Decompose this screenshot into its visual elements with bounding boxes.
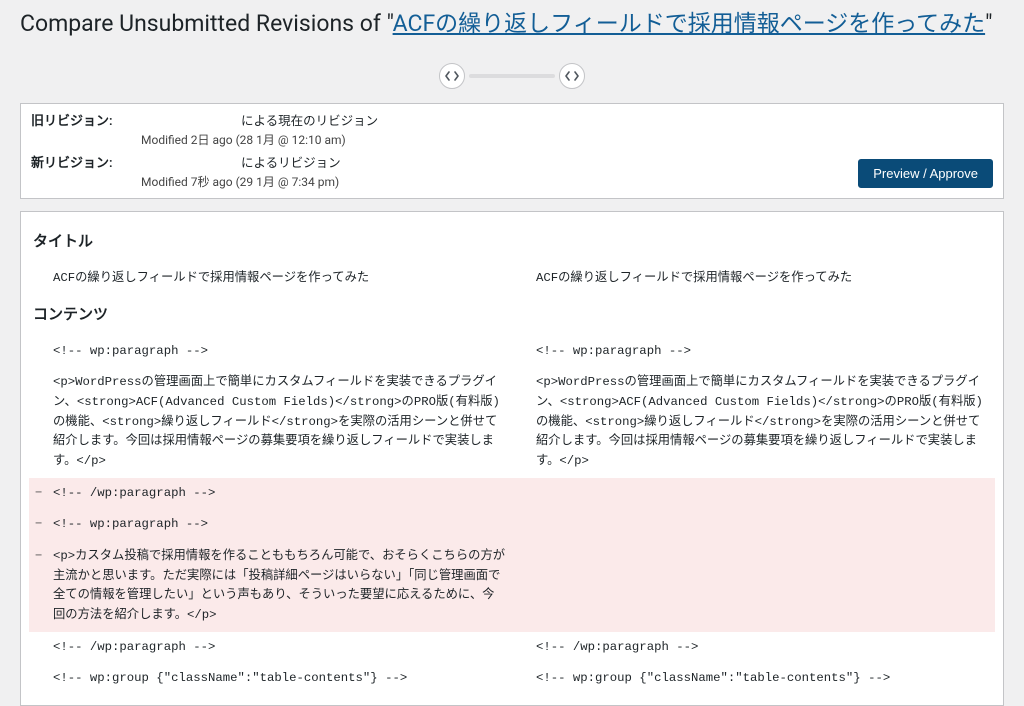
diff-new-cell: <!-- /wp:paragraph --> xyxy=(530,632,995,664)
diff-old-cell: ACFの繰り返しフィールドで採用情報ページを作ってみた xyxy=(47,263,512,295)
title-diff-table: ACFの繰り返しフィールドで採用情報ページを作ってみた ACFの繰り返しフィール… xyxy=(29,263,995,295)
diff-marker: − xyxy=(29,478,47,510)
diff-marker xyxy=(512,663,530,695)
diff-new-cell xyxy=(530,478,995,510)
old-revision-modified: Modified 2日 ago (28 1月 @ 12:10 am) xyxy=(141,131,378,148)
table-row: −<!-- wp:paragraph --> xyxy=(29,509,995,541)
diff-marker xyxy=(512,336,530,368)
new-revision-modified: Modified 7秒 ago (29 1月 @ 7:34 pm) xyxy=(141,173,341,190)
slider-prev-button[interactable] xyxy=(439,63,465,89)
old-revision-label: 旧リビジョン: xyxy=(31,110,121,129)
diff-old-cell: <!-- /wp:paragraph --> xyxy=(47,478,512,510)
title-suffix: " xyxy=(985,10,992,37)
diff-marker xyxy=(512,263,530,295)
diff-marker xyxy=(512,541,530,632)
diff-marker xyxy=(29,632,47,664)
old-revision-row: 旧リビジョン: による現在のリビジョン Modified 2日 ago (28 … xyxy=(31,108,993,150)
section-title-heading: タイトル xyxy=(33,230,995,251)
diff-old-cell: <!-- wp:paragraph --> xyxy=(47,509,512,541)
diff-marker xyxy=(29,336,47,368)
diff-new-cell xyxy=(530,541,995,632)
diff-marker: − xyxy=(29,541,47,632)
slider-next-button[interactable] xyxy=(559,63,585,89)
post-link[interactable]: ACFの繰り返しフィールドで採用情報ページを作ってみた xyxy=(393,10,986,37)
table-row: <!-- /wp:paragraph --> <!-- /wp:paragraph… xyxy=(29,632,995,664)
diff-container: タイトル ACFの繰り返しフィールドで採用情報ページを作ってみた ACFの繰り返… xyxy=(20,211,1004,706)
new-revision-title: によるリビジョン xyxy=(141,152,341,171)
diff-new-cell: <!-- wp:paragraph --> xyxy=(530,336,995,368)
page-title: Compare Unsubmitted Revisions of "ACFの繰り… xyxy=(0,0,1024,43)
diff-marker xyxy=(29,263,47,295)
new-revision-label: 新リビジョン: xyxy=(31,152,121,171)
diff-old-cell: <!-- wp:group {"className":"table-conten… xyxy=(47,663,512,695)
diff-marker xyxy=(512,478,530,510)
diff-marker xyxy=(29,663,47,695)
slider-track[interactable] xyxy=(469,74,555,78)
table-row: <p>WordPressの管理画面上で簡単にカスタムフィールドを実装できるプラグ… xyxy=(29,367,995,477)
preview-approve-button[interactable]: Preview / Approve xyxy=(858,159,993,188)
diff-new-cell: ACFの繰り返しフィールドで採用情報ページを作ってみた xyxy=(530,263,995,295)
table-row: −<!-- /wp:paragraph --> xyxy=(29,478,995,510)
diff-new-cell xyxy=(530,509,995,541)
section-content-heading: コンテンツ xyxy=(33,303,995,324)
title-prefix: Compare Unsubmitted Revisions of " xyxy=(20,10,393,37)
content-diff-table: <!-- wp:paragraph --> <!-- wp:paragraph -… xyxy=(29,336,995,695)
diff-old-cell: <p>カスタム投稿で採用情報を作ることももちろん可能で、おそらくこちらの方が主流… xyxy=(47,541,512,632)
diff-marker: − xyxy=(29,509,47,541)
table-row: ACFの繰り返しフィールドで採用情報ページを作ってみた ACFの繰り返しフィール… xyxy=(29,263,995,295)
old-revision-title: による現在のリビジョン xyxy=(141,110,378,129)
diff-new-cell: <p>WordPressの管理画面上で簡単にカスタムフィールドを実装できるプラグ… xyxy=(530,367,995,477)
chevron-left-right-icon xyxy=(565,71,579,81)
table-row: <!-- wp:group {"className":"table-conten… xyxy=(29,663,995,695)
revision-slider xyxy=(0,43,1024,103)
new-revision-row: 新リビジョン: によるリビジョン Modified 7秒 ago (29 1月 … xyxy=(31,150,993,192)
diff-marker xyxy=(512,509,530,541)
diff-old-cell: <!-- /wp:paragraph --> xyxy=(47,632,512,664)
table-row: <!-- wp:paragraph --> <!-- wp:paragraph -… xyxy=(29,336,995,368)
diff-marker xyxy=(512,367,530,477)
diff-marker xyxy=(29,367,47,477)
table-row: −<p>カスタム投稿で採用情報を作ることももちろん可能で、おそらくこちらの方が主… xyxy=(29,541,995,632)
diff-marker xyxy=(512,632,530,664)
diff-new-cell: <!-- wp:group {"className":"table-conten… xyxy=(530,663,995,695)
diff-old-cell: <!-- wp:paragraph --> xyxy=(47,336,512,368)
diff-old-cell: <p>WordPressの管理画面上で簡単にカスタムフィールドを実装できるプラグ… xyxy=(47,367,512,477)
chevron-left-right-icon xyxy=(445,71,459,81)
revision-meta: 旧リビジョン: による現在のリビジョン Modified 2日 ago (28 … xyxy=(20,103,1004,199)
